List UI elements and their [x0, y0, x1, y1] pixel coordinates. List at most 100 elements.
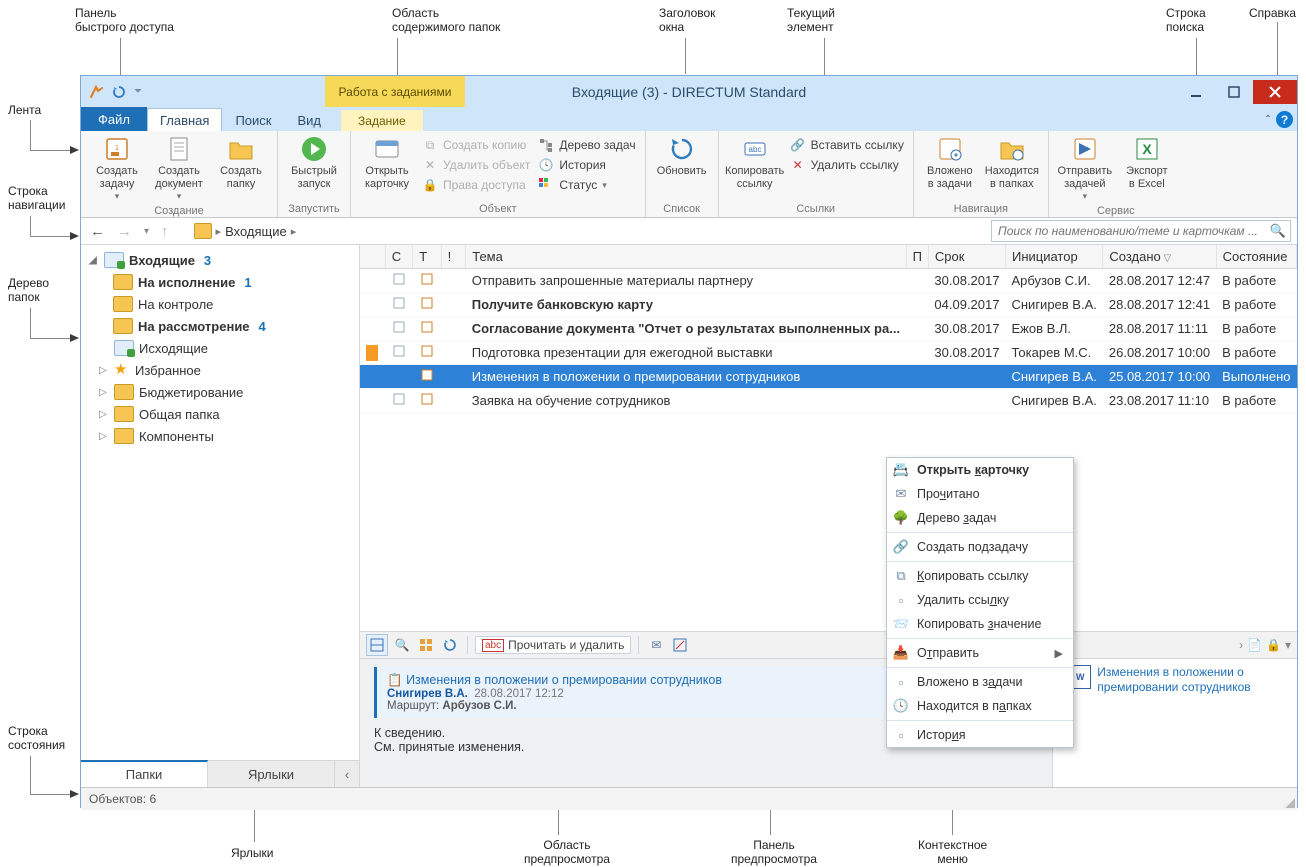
context-menu-item[interactable]: 🕓Находится в папках: [887, 694, 1073, 718]
expand-icon[interactable]: ▷: [99, 431, 109, 442]
quick-start-button[interactable]: Быстрый запуск: [284, 134, 344, 190]
context-menu-item[interactable]: ✉Прочитано: [887, 482, 1073, 506]
table-row[interactable]: Подготовка презентации для ежегодной выс…: [360, 341, 1297, 365]
col-t[interactable]: Т: [413, 245, 441, 269]
pv-search-icon[interactable]: 🔍: [392, 635, 412, 655]
tree-item[interactable]: На рассмотрение4: [87, 315, 353, 337]
cell-created: 28.08.2017 12:47: [1103, 269, 1216, 293]
pv-nav-icon[interactable]: ›: [1239, 638, 1243, 652]
tab-search[interactable]: Поиск: [222, 108, 284, 131]
access-rights-button: 🔒Права доступа: [419, 176, 533, 194]
copy-link-button[interactable]: abc Копировать ссылку: [725, 134, 785, 190]
context-menu-item[interactable]: ▫Вложено в задачи: [887, 670, 1073, 694]
ribbon-collapse-icon[interactable]: ˆ: [1266, 113, 1270, 127]
tree-item[interactable]: ▷Компоненты: [87, 425, 353, 447]
task-tree-button[interactable]: Дерево задач: [535, 136, 638, 154]
search-input[interactable]: [996, 223, 1270, 239]
history-button[interactable]: 🕓История: [535, 156, 638, 174]
search-box[interactable]: 🔍: [991, 220, 1291, 242]
refresh-button[interactable]: Обновить: [652, 134, 712, 178]
pv-layout-icon[interactable]: [366, 634, 388, 656]
col-c[interactable]: С: [385, 245, 413, 269]
maximize-button[interactable]: [1215, 80, 1253, 104]
table-row[interactable]: Изменения в положении о премировании сот…: [360, 365, 1297, 389]
tab-task[interactable]: Задание: [341, 110, 423, 131]
tab-view[interactable]: Вид: [284, 108, 334, 131]
context-menu-item[interactable]: 📨Копировать значение: [887, 612, 1073, 636]
create-document-button[interactable]: Создать документ: [149, 134, 209, 202]
breadcrumb[interactable]: ▸ Входящие ▸: [194, 223, 297, 239]
col-state[interactable]: Состояние: [1216, 245, 1296, 269]
tree-item-favorites[interactable]: ▷ Избранное: [87, 359, 353, 381]
pv-refresh-icon[interactable]: [440, 635, 460, 655]
search-icon[interactable]: 🔍: [1270, 223, 1286, 239]
table-row[interactable]: Заявка на обучение сотрудниковСнигирев В…: [360, 389, 1297, 413]
col-created[interactable]: Создано: [1103, 245, 1216, 269]
pv-attach-icon[interactable]: 📄: [1247, 638, 1262, 652]
col-bang[interactable]: !: [441, 245, 466, 269]
col-initiator[interactable]: Инициатор: [1005, 245, 1102, 269]
tree-item[interactable]: На контроле: [87, 293, 353, 315]
pv-grid-icon[interactable]: [416, 635, 436, 655]
expand-icon[interactable]: ▷: [99, 387, 109, 398]
nav-history-icon[interactable]: ▾: [141, 226, 152, 237]
tree-item-inbox[interactable]: ◢ Входящие 3: [87, 249, 353, 271]
attachment-link[interactable]: Изменения в положении о премировании сот…: [1097, 665, 1291, 781]
pv-gear-icon[interactable]: ▾: [1285, 638, 1291, 652]
expand-icon[interactable]: ▷: [99, 409, 109, 420]
group-label: Объект: [351, 203, 645, 217]
qat-logo-icon[interactable]: [86, 82, 106, 102]
create-folder-button[interactable]: Создать папку: [211, 134, 271, 190]
qat-dropdown-icon[interactable]: ⏷: [132, 86, 144, 97]
delete-icon: ✕: [422, 157, 438, 173]
group-label: Навигация: [914, 203, 1048, 217]
read-delete-button[interactable]: abcПрочитать и удалить: [475, 636, 631, 654]
export-excel-button[interactable]: X Экспорт в Excel: [1117, 134, 1177, 190]
callout-context-menu: Контекстное меню: [918, 838, 987, 867]
status-button[interactable]: Статус: [535, 176, 638, 194]
minimize-button[interactable]: [1177, 80, 1215, 104]
close-button[interactable]: [1253, 80, 1297, 104]
preview-attachments: ▪ W Изменения в положении о премировании…: [1052, 659, 1297, 787]
insert-link-button[interactable]: 🔗Вставить ссылку: [787, 136, 907, 154]
table-row[interactable]: Получите банковскую карту04.09.2017Сниги…: [360, 293, 1297, 317]
in-folders-button[interactable]: Находится в папках: [982, 134, 1042, 190]
help-icon[interactable]: ?: [1276, 111, 1293, 128]
col-due[interactable]: Срок: [928, 245, 1005, 269]
footer-tab-shortcuts[interactable]: Ярлыки: [208, 761, 335, 787]
create-task-button[interactable]: 1 Создать задачу: [87, 134, 147, 202]
tree-item[interactable]: ▷Бюджетирование: [87, 381, 353, 403]
tree-label: Избранное: [135, 363, 201, 378]
resize-grip-icon[interactable]: [1283, 796, 1295, 808]
in-tasks-button[interactable]: Вложено в задачи: [920, 134, 980, 190]
pv-task-icon[interactable]: [670, 635, 690, 655]
col-theme[interactable]: Тема: [466, 245, 906, 269]
tree-item[interactable]: ▷Общая папка: [87, 403, 353, 425]
tree-item[interactable]: На исполнение1: [87, 271, 353, 293]
delete-link-button[interactable]: ✕Удалить ссылку: [787, 156, 907, 174]
col-p[interactable]: П: [906, 245, 928, 269]
nav-back-icon[interactable]: ←: [87, 223, 108, 240]
pv-lock-icon[interactable]: 🔒: [1266, 638, 1281, 652]
pv-mail-icon[interactable]: ✉: [646, 635, 666, 655]
context-menu-item[interactable]: 🔗Создать подзадачу: [887, 535, 1073, 559]
tree-item-outbox[interactable]: Исходящие: [87, 337, 353, 359]
table-row[interactable]: Отправить запрошенные материалы партнеру…: [360, 269, 1297, 293]
context-menu-item[interactable]: ▫Удалить ссылку: [887, 588, 1073, 612]
context-menu-item[interactable]: 🌳Дерево задач: [887, 506, 1073, 530]
footer-tab-folders[interactable]: Папки: [81, 760, 208, 787]
ctx-item-label: Копировать значение: [917, 617, 1041, 631]
send-task-button[interactable]: Отправить задачей: [1055, 134, 1115, 202]
context-menu-item[interactable]: 📇Открыть карточку: [887, 458, 1073, 482]
context-menu-item[interactable]: ▫История: [887, 723, 1073, 747]
collapse-icon[interactable]: ◢: [89, 255, 99, 266]
context-menu-item[interactable]: ⧉Копировать ссылку: [887, 564, 1073, 588]
tab-home[interactable]: Главная: [147, 108, 222, 131]
context-menu-item[interactable]: 📥Отправить▶: [887, 641, 1073, 665]
footer-collapse-icon[interactable]: ‹: [335, 761, 359, 787]
table-row[interactable]: Согласование документа "Отчет о результа…: [360, 317, 1297, 341]
tab-file[interactable]: Файл: [81, 107, 147, 131]
qat-refresh-icon[interactable]: [109, 82, 129, 102]
expand-icon[interactable]: ▷: [99, 365, 109, 376]
open-card-button[interactable]: Открыть карточку: [357, 134, 417, 190]
